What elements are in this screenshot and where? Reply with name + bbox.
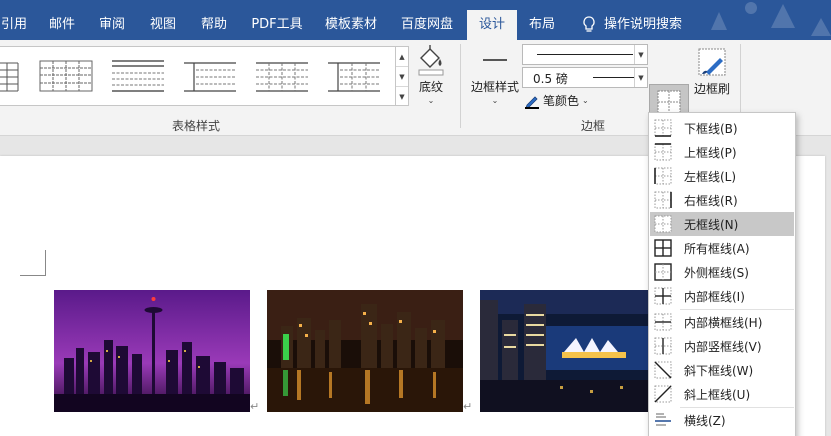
table-styles-gallery — [0, 46, 396, 106]
menu-item-label: 上框线(P) — [684, 145, 737, 160]
chevron-down-icon: ⌄ — [582, 96, 589, 105]
tab-layout[interactable]: 布局 — [522, 10, 562, 40]
shading-label: 底纹 — [418, 80, 443, 94]
pen-color-label: 笔颜色 — [543, 94, 580, 108]
dropdown-arrow-icon[interactable]: ▼ — [634, 68, 647, 87]
pen-color-button[interactable]: 笔颜色 ⌄ — [524, 92, 589, 109]
table-style-thumbnail[interactable] — [326, 57, 382, 93]
border-right-icon — [654, 191, 672, 209]
menu-item-label: 内部竖框线(V) — [684, 339, 762, 354]
menu-item-label: 横线(Z) — [684, 413, 726, 428]
line-weight-combo[interactable]: 0.5 磅 ▼ — [522, 67, 648, 88]
border-none-icon — [654, 215, 672, 233]
border-painter-label: 边框刷 — [693, 82, 730, 96]
tab-template-materials[interactable]: 模板素材 — [318, 10, 384, 40]
menu-item-inside-horizontal-border[interactable]: 内部横框线(H) — [650, 310, 794, 334]
chevron-down-icon: ⌄ — [427, 96, 435, 105]
shading-button[interactable]: 底纹 ⌄ — [414, 44, 448, 105]
tab-view[interactable]: 视图 — [143, 10, 183, 40]
border-painter-button[interactable]: 边框刷 — [692, 46, 732, 97]
menu-item-all-borders[interactable]: 所有框线(A) — [650, 236, 794, 260]
border-inside-icon — [654, 287, 672, 305]
tab-references[interactable]: 引用 — [0, 10, 28, 40]
menu-item-label: 内部框线(I) — [684, 289, 745, 304]
paragraph-mark-icon: ↵ — [463, 400, 473, 413]
border-styles-label: 边框样式 — [470, 80, 519, 94]
city-night-photo[interactable] — [480, 290, 650, 412]
menu-item-inside-vertical-border[interactable]: 内部竖框线(V) — [650, 334, 794, 358]
border-painter-icon — [698, 48, 726, 76]
tab-pdf-tools[interactable]: PDF工具 — [248, 10, 306, 40]
menu-item-label: 无框线(N) — [684, 217, 739, 232]
menu-item-outside-borders[interactable]: 外侧框线(S) — [650, 260, 794, 284]
border-styles-button[interactable]: 边框样式 ⌄ — [468, 44, 522, 105]
menu-item-bottom-border[interactable]: 下框线(B) — [650, 116, 794, 140]
diagonal-up-icon — [654, 385, 672, 403]
table-style-thumbnail[interactable] — [182, 57, 238, 93]
menu-item-label: 左框线(L) — [684, 169, 737, 184]
gallery-more-icon[interactable]: ▼ — [396, 87, 408, 107]
menu-item-inside-borders[interactable]: 内部框线(I) — [650, 284, 794, 308]
menu-item-label: 右框线(R) — [684, 193, 738, 208]
tab-baidu-netdisk[interactable]: 百度网盘 — [394, 10, 460, 40]
table-style-thumbnail[interactable] — [110, 57, 166, 93]
table-styles-group-label: 表格样式 — [172, 119, 221, 133]
menu-item-label: 内部横框线(H) — [684, 315, 763, 330]
table-style-thumbnail[interactable] — [38, 57, 94, 93]
border-left-icon — [654, 167, 672, 185]
tell-me-label: 操作说明搜索 — [604, 17, 683, 32]
table-style-thumbnail[interactable] — [0, 57, 20, 93]
line-style-preview — [537, 54, 633, 55]
gallery-scroll[interactable]: ▲ ▼ ▼ — [395, 46, 409, 106]
tab-help[interactable]: 帮助 — [194, 10, 234, 40]
pen-icon — [525, 95, 539, 109]
menu-item-label: 所有框线(A) — [684, 241, 750, 256]
city-night-photo[interactable] — [267, 290, 463, 412]
borders-group-label: 边框 — [581, 119, 606, 133]
menu-item-diagonal-down-border[interactable]: 斜下框线(W) — [650, 358, 794, 382]
gallery-down-icon[interactable]: ▼ — [396, 67, 408, 87]
menu-item-top-border[interactable]: 上框线(P) — [650, 140, 794, 164]
diagonal-down-icon — [654, 361, 672, 379]
group-divider — [460, 44, 461, 128]
line-weight-preview — [593, 77, 635, 78]
border-style-line-icon — [483, 59, 507, 61]
menu-item-right-border[interactable]: 右框线(R) — [650, 188, 794, 212]
border-bottom-icon — [654, 119, 672, 137]
gallery-up-icon[interactable]: ▲ — [396, 47, 408, 67]
menu-item-horizontal-line[interactable]: 横线(Z) — [650, 408, 794, 432]
paragraph-mark-icon: ↵ — [250, 400, 260, 413]
paint-bucket-icon — [418, 45, 444, 76]
menu-item-label: 斜上框线(U) — [684, 387, 751, 402]
lightbulb-icon — [583, 16, 595, 32]
border-inside-horizontal-icon — [654, 313, 672, 331]
borders-dropdown-menu: 下框线(B) 上框线(P) 左框线(L) 右框线(R) 无框线(N) 所有框线(… — [648, 112, 796, 436]
line-weight-value: 0.5 磅 — [533, 72, 568, 86]
dropdown-arrow-icon[interactable]: ▼ — [634, 45, 647, 64]
margin-corner-mark — [20, 250, 46, 276]
horizontal-line-icon — [655, 413, 671, 426]
menu-item-diagonal-up-border[interactable]: 斜上框线(U) — [650, 382, 794, 406]
menu-item-no-border[interactable]: 无框线(N) — [650, 212, 794, 236]
tell-me-search[interactable]: 操作说明搜索 — [582, 10, 682, 40]
border-top-icon — [654, 143, 672, 161]
line-style-combo[interactable]: ▼ — [522, 44, 648, 65]
menu-item-left-border[interactable]: 左框线(L) — [650, 164, 794, 188]
tab-review[interactable]: 审阅 — [92, 10, 132, 40]
menu-item-label: 外侧框线(S) — [684, 265, 749, 280]
table-style-thumbnail[interactable] — [254, 57, 310, 93]
tab-mailings[interactable]: 邮件 — [42, 10, 82, 40]
city-night-photo[interactable] — [54, 290, 250, 412]
border-all-icon — [654, 239, 672, 257]
border-outside-icon — [654, 263, 672, 281]
border-inside-vertical-icon — [654, 337, 672, 355]
menu-item-label: 下框线(B) — [684, 121, 738, 136]
tab-design[interactable]: 设计 — [467, 10, 517, 40]
menu-item-label: 斜下框线(W) — [684, 363, 754, 378]
ribbon-tab-bar: 引用 邮件 审阅 视图 帮助 PDF工具 模板素材 百度网盘 设计 布局 操作说… — [0, 0, 831, 40]
chevron-down-icon: ⌄ — [491, 96, 499, 105]
